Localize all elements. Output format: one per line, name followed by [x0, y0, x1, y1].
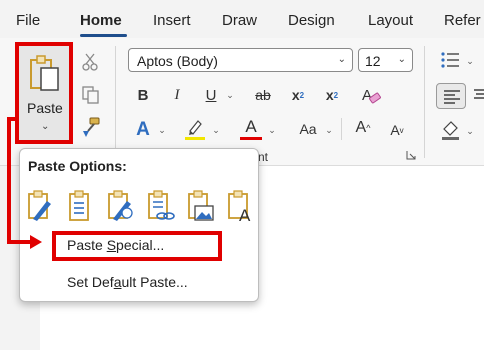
paste-special-label[interactable]: Paste Special...: [67, 237, 164, 253]
align-center-icon[interactable]: [474, 88, 484, 103]
merge-formatting-icon[interactable]: [65, 189, 95, 223]
copy-icon[interactable]: [82, 86, 100, 104]
paste-button[interactable]: Paste ⌄: [15, 42, 73, 144]
paste-options-icons: A: [25, 189, 255, 223]
svg-text:A: A: [362, 87, 372, 104]
chevron-down-icon[interactable]: ⌄: [266, 123, 278, 137]
clear-formatting-icon[interactable]: A: [360, 84, 382, 106]
paste-special-label-part: pecial...: [116, 237, 165, 253]
paste-options-menu: Paste Options: A Paste Special... Set De…: [19, 148, 259, 302]
bullets-icon[interactable]: [440, 51, 460, 69]
shrink-font-label: A: [390, 122, 400, 138]
align-left-button[interactable]: [436, 83, 466, 109]
use-destination-theme-icon[interactable]: [105, 189, 135, 223]
font-color-button[interactable]: A: [240, 116, 262, 140]
tab-insert[interactable]: Insert: [153, 12, 191, 29]
set-default-label-part: ult Paste...: [121, 274, 188, 290]
shading-icon[interactable]: [440, 119, 462, 141]
chevron-down-icon[interactable]: ⌄: [156, 123, 168, 137]
tab-layout[interactable]: Layout: [368, 12, 413, 29]
format-painter-icon[interactable]: [80, 116, 102, 138]
superscript-label: x: [325, 87, 334, 103]
paste-special-access-key: S: [106, 237, 117, 253]
superscript-button[interactable]: x2: [322, 84, 342, 106]
subscript-label: x: [291, 87, 300, 103]
chevron-down-icon: ⌄: [397, 54, 406, 65]
annotation-arrow-vertical: [7, 117, 11, 244]
strikethrough-button[interactable]: ab: [250, 84, 276, 106]
italic-button[interactable]: I: [166, 84, 188, 106]
group-divider: [424, 46, 425, 158]
tab-file[interactable]: File: [16, 12, 40, 29]
paste-special-label-part: Paste: [67, 237, 107, 253]
paste-options-title: Paste Options:: [28, 158, 127, 174]
svg-text:A: A: [239, 206, 251, 223]
ribbon-tabs-bar: File Home Insert Draw Design Layout Refe…: [0, 0, 484, 38]
font-name-value: Aptos (Body): [137, 53, 218, 69]
tab-references[interactable]: Refer: [444, 12, 481, 29]
tab-home[interactable]: Home: [80, 12, 122, 29]
chevron-down-icon[interactable]: ⌄: [41, 121, 49, 132]
keep-text-only-icon[interactable]: A: [225, 189, 255, 223]
link-and-keep-formatting-icon[interactable]: [145, 189, 175, 223]
shrink-font-button[interactable]: Av: [386, 118, 408, 142]
font-size-value: 12: [365, 53, 381, 69]
font-size-dropdown[interactable]: 12 ⌄: [358, 48, 413, 72]
font-name-dropdown[interactable]: Aptos (Body) ⌄: [128, 48, 353, 72]
set-default-paste-menu-item[interactable]: Set Default Paste...: [67, 274, 188, 290]
tab-draw[interactable]: Draw: [222, 12, 257, 29]
divider: [341, 118, 342, 140]
bold-button[interactable]: B: [132, 84, 154, 106]
chevron-down-icon[interactable]: ⌄: [224, 88, 236, 102]
cut-icon[interactable]: [82, 53, 98, 71]
set-default-label-part: Set Def: [67, 274, 114, 290]
chevron-down-icon[interactable]: ⌄: [464, 124, 476, 138]
chevron-down-icon[interactable]: ⌄: [210, 123, 222, 137]
clipboard-icon: [30, 55, 59, 91]
annotation-arrowhead-icon: [30, 235, 42, 249]
text-effects-button[interactable]: A: [132, 118, 154, 142]
chevron-down-icon[interactable]: ⌄: [323, 123, 335, 137]
chevron-down-icon: ⌄: [337, 54, 346, 65]
align-left-icon: [444, 90, 460, 104]
keep-source-formatting-icon[interactable]: [25, 189, 55, 223]
change-case-button[interactable]: Aa: [294, 118, 322, 140]
set-default-access-key: a: [113, 274, 122, 290]
paste-label: Paste: [27, 100, 63, 116]
underline-button[interactable]: U: [200, 84, 222, 106]
chevron-down-icon[interactable]: ⌄: [464, 54, 476, 68]
active-tab-indicator: [80, 34, 127, 37]
dialog-launcher-icon[interactable]: [406, 150, 416, 160]
subscript-button[interactable]: x2: [288, 84, 308, 106]
tab-design[interactable]: Design: [288, 12, 335, 29]
highlight-icon[interactable]: [183, 117, 207, 141]
font-group-label: nt: [258, 150, 269, 164]
grow-font-button[interactable]: A ^: [352, 116, 374, 140]
picture-paste-icon[interactable]: [185, 189, 215, 223]
group-divider: [115, 46, 116, 158]
grow-font-label: A: [355, 119, 367, 136]
